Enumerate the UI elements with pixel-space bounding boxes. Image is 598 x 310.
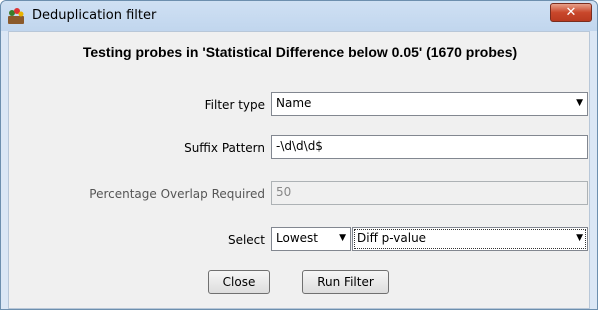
suffix-pattern-input[interactable]: -\d\d\d$ xyxy=(271,135,588,159)
filter-type-label: Filter type xyxy=(204,98,265,112)
dialog-heading: Testing probes in 'Statistical Differenc… xyxy=(82,44,518,60)
percentage-overlap-label: Percentage Overlap Required xyxy=(89,187,265,201)
suffix-pattern-label: Suffix Pattern xyxy=(184,141,265,155)
select-mode-value: Lowest xyxy=(276,231,318,245)
dialog-content: Testing probes in 'Statistical Differenc… xyxy=(8,31,590,309)
select-field-dropdown[interactable]: Diff p-value ▼ xyxy=(352,227,588,251)
select-mode-dropdown[interactable]: Lowest ▼ xyxy=(271,227,351,251)
run-filter-button[interactable]: Run Filter xyxy=(302,270,389,294)
title-bar[interactable]: Deduplication filter ✕ xyxy=(1,1,597,31)
chevron-down-icon: ▼ xyxy=(339,233,346,243)
filter-type-select[interactable]: Name ▼ xyxy=(271,92,588,116)
app-icon xyxy=(8,8,24,24)
percentage-overlap-value: 50 xyxy=(276,185,292,199)
select-field-value: Diff p-value xyxy=(357,231,427,245)
close-button[interactable]: Close xyxy=(208,270,270,294)
dialog-window: Deduplication filter ✕ Testing probes in… xyxy=(0,0,598,310)
window-title: Deduplication filter xyxy=(32,8,157,23)
percentage-overlap-input[interactable]: 50 xyxy=(271,181,588,205)
filter-type-value: Name xyxy=(276,96,312,110)
chevron-down-icon: ▼ xyxy=(576,98,583,108)
suffix-pattern-value: -\d\d\d$ xyxy=(276,139,323,153)
chevron-down-icon: ▼ xyxy=(576,233,583,243)
select-label: Select xyxy=(227,233,265,247)
close-window-button[interactable]: ✕ xyxy=(550,3,592,22)
close-icon: ✕ xyxy=(565,5,577,20)
